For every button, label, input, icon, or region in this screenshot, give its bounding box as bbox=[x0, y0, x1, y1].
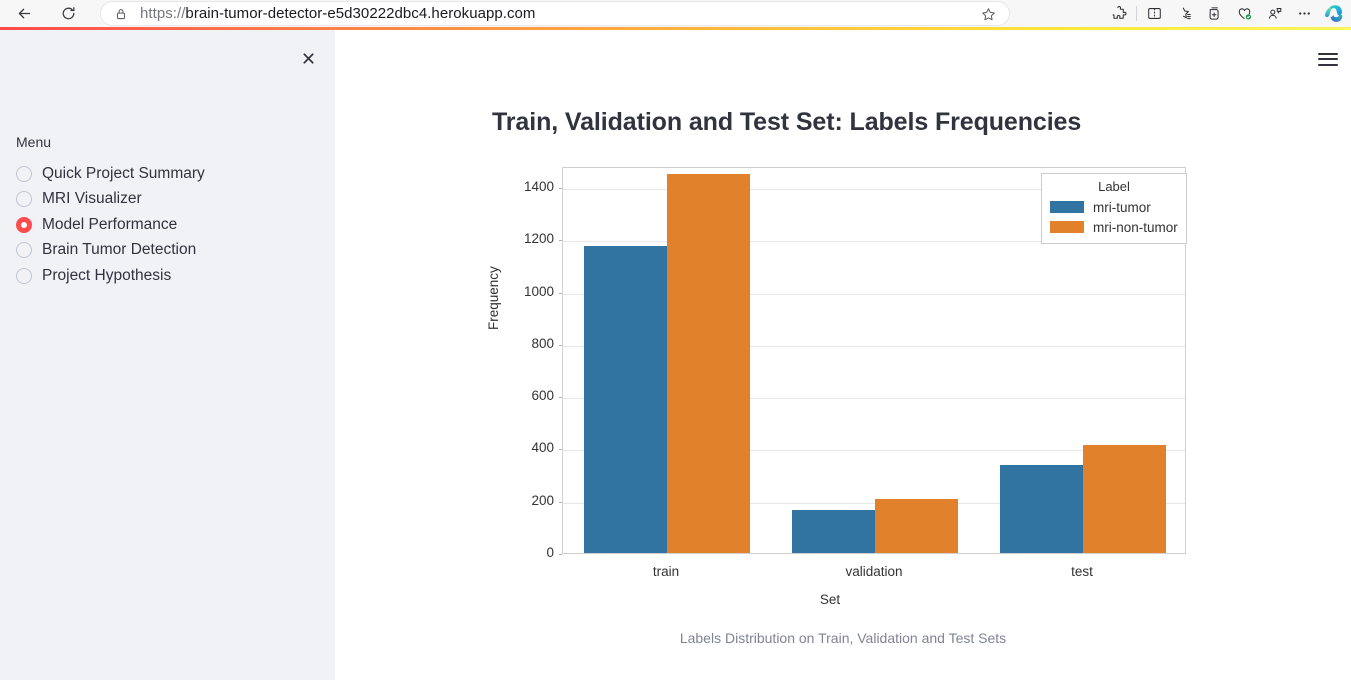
back-button[interactable] bbox=[10, 2, 38, 26]
y-tick-mark bbox=[558, 501, 562, 503]
chart-caption: Labels Distribution on Train, Validation… bbox=[679, 630, 1007, 646]
browser-toolbar-actions bbox=[1104, 0, 1351, 27]
hamburger-menu-icon[interactable] bbox=[1315, 46, 1341, 72]
legend-item-mri-tumor: mri-tumor bbox=[1050, 197, 1178, 217]
x-axis-label: Set bbox=[819, 592, 841, 607]
sidebar-radio-group[interactable]: Quick Project Summary MRI Visualizer Mod… bbox=[16, 161, 316, 289]
legend-item-mri-non-tumor: mri-non-tumor bbox=[1050, 217, 1178, 237]
toolbar-divider bbox=[1136, 6, 1137, 21]
sidebar-item-project-hypothesis[interactable]: Project Hypothesis bbox=[16, 263, 316, 289]
y-tick-label: 1200 bbox=[523, 231, 554, 247]
favorites-icon[interactable] bbox=[1169, 1, 1199, 27]
sidebar: Menu Quick Project Summary MRI Visualize… bbox=[0, 30, 335, 680]
close-icon bbox=[302, 52, 314, 64]
sidebar-item-label: Brain Tumor Detection bbox=[42, 241, 197, 259]
page-title: Train, Validation and Test Set: Labels F… bbox=[492, 108, 1082, 136]
sidebar-item-label: Project Hypothesis bbox=[42, 266, 172, 284]
y-tick-mark bbox=[558, 449, 562, 451]
plot-area: Label mri-tumor mri-non-tumor bbox=[562, 167, 1187, 554]
y-tick-mark bbox=[558, 187, 562, 189]
x-tick-label: train bbox=[652, 564, 680, 579]
profile-icon[interactable] bbox=[1259, 1, 1289, 27]
y-tick-label: 200 bbox=[531, 492, 554, 508]
address-bar[interactable]: https://brain-tumor-detector-e5d30222dbc… bbox=[100, 1, 1010, 26]
browser-essentials-icon[interactable] bbox=[1229, 1, 1259, 27]
sidebar-item-label: Model Performance bbox=[42, 215, 178, 233]
y-tick-label: 1000 bbox=[523, 283, 554, 299]
x-tick-label: validation bbox=[845, 564, 903, 579]
radio-icon bbox=[16, 191, 32, 208]
star-icon[interactable] bbox=[980, 6, 997, 28]
bar-validation-mri-tumor bbox=[791, 509, 875, 553]
copilot-icon bbox=[1324, 5, 1342, 22]
bar-train-mri-tumor bbox=[583, 245, 667, 553]
bar-validation-mri-non-tumor bbox=[875, 499, 959, 553]
lock-icon[interactable] bbox=[114, 7, 128, 21]
bar-test-mri-tumor bbox=[999, 465, 1083, 553]
settings-more-icon[interactable] bbox=[1289, 1, 1319, 27]
browser-toolbar: https://brain-tumor-detector-e5d30222dbc… bbox=[0, 0, 1351, 27]
chart-legend: Label mri-tumor mri-non-tumor bbox=[1041, 173, 1187, 244]
main-content: Train, Validation and Test Set: Labels F… bbox=[335, 30, 1351, 680]
url-text: https://brain-tumor-detector-e5d30222dbc… bbox=[140, 5, 536, 22]
y-tick-label: 800 bbox=[531, 335, 554, 351]
sidebar-item-model-performance[interactable]: Model Performance bbox=[16, 212, 316, 238]
y-tick-label: 0 bbox=[546, 545, 554, 560]
y-tick-mark bbox=[558, 240, 562, 242]
y-axis-label: Frequency bbox=[486, 266, 501, 330]
radio-icon bbox=[16, 267, 32, 284]
sidebar-item-brain-tumor-detection[interactable]: Brain Tumor Detection bbox=[16, 238, 316, 264]
sidebar-item-quick-project-summary[interactable]: Quick Project Summary bbox=[16, 161, 316, 187]
bar-test-mri-non-tumor bbox=[1083, 445, 1167, 553]
legend-swatch-icon bbox=[1050, 221, 1084, 233]
sidebar-item-mri-visualizer[interactable]: MRI Visualizer bbox=[16, 187, 316, 213]
radio-selected-icon bbox=[16, 216, 32, 233]
y-tick-label: 400 bbox=[531, 440, 554, 456]
refresh-button[interactable] bbox=[54, 2, 82, 26]
legend-title: Label bbox=[1098, 179, 1130, 194]
streamlit-app: Menu Quick Project Summary MRI Visualize… bbox=[0, 30, 1351, 680]
legend-swatch-icon bbox=[1050, 201, 1084, 213]
radio-icon bbox=[16, 242, 32, 259]
x-tick-label: test bbox=[1071, 564, 1093, 579]
y-tick-mark bbox=[558, 344, 562, 346]
collections-icon[interactable] bbox=[1199, 1, 1229, 27]
labels-frequency-bar-chart: Frequency Label mri-tumor mri-non-tumor bbox=[486, 155, 1187, 635]
y-tick-label: 600 bbox=[531, 388, 554, 404]
y-tick-mark bbox=[558, 554, 562, 555]
bar-train-mri-non-tumor bbox=[667, 173, 751, 553]
radio-icon bbox=[16, 165, 32, 182]
copilot-button[interactable] bbox=[1319, 0, 1351, 27]
y-tick-mark bbox=[558, 397, 562, 399]
legend-label: mri-non-tumor bbox=[1093, 219, 1178, 235]
sidebar-menu-label: Menu bbox=[16, 134, 52, 150]
sidebar-item-label: MRI Visualizer bbox=[42, 190, 142, 208]
split-screen-icon[interactable] bbox=[1139, 1, 1169, 27]
y-tick-label: 1400 bbox=[523, 178, 554, 194]
extensions-icon[interactable] bbox=[1104, 1, 1134, 27]
legend-label: mri-tumor bbox=[1093, 199, 1151, 215]
refresh-icon bbox=[62, 7, 74, 20]
back-arrow-icon bbox=[18, 8, 30, 19]
sidebar-item-label: Quick Project Summary bbox=[42, 164, 205, 182]
sidebar-close-button[interactable] bbox=[295, 45, 321, 71]
y-tick-mark bbox=[558, 292, 562, 294]
